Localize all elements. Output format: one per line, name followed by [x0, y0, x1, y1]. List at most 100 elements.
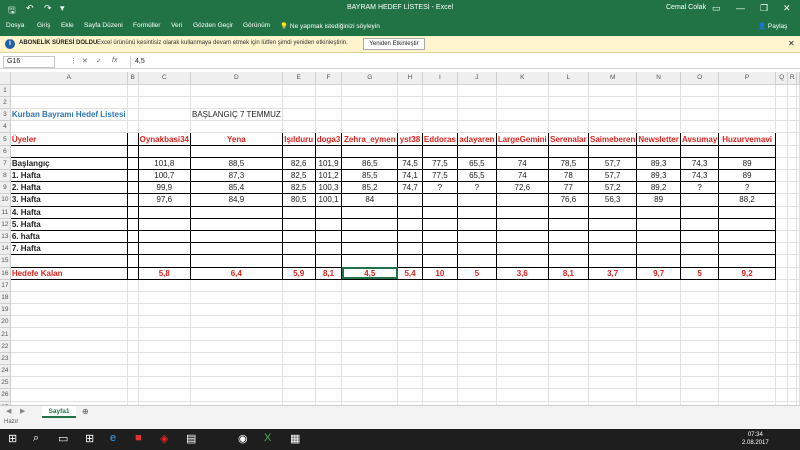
cell[interactable] [775, 181, 789, 195]
row-header[interactable]: 2 [0, 96, 11, 110]
weight-value[interactable]: 100,1 [314, 193, 343, 207]
cell[interactable] [775, 267, 789, 280]
name-box[interactable]: G16 [3, 56, 55, 68]
weight-value[interactable] [421, 229, 458, 244]
weight-value[interactable] [341, 205, 399, 219]
row-header[interactable]: 14 [0, 242, 11, 256]
store-icon[interactable]: ⊞ [85, 432, 94, 445]
cell[interactable] [680, 376, 720, 390]
cell[interactable] [422, 96, 458, 110]
cell[interactable] [397, 388, 423, 402]
column-header[interactable]: B [127, 72, 139, 85]
cell[interactable] [457, 327, 497, 341]
cell[interactable] [495, 254, 549, 268]
cell[interactable] [127, 376, 139, 390]
weight-value[interactable] [495, 242, 549, 256]
cell[interactable] [126, 156, 139, 171]
cell[interactable] [281, 254, 316, 268]
weight-value[interactable]: 57,7 [587, 156, 638, 171]
row-header[interactable]: 16 [0, 267, 11, 280]
cell[interactable] [787, 218, 797, 231]
app-icon[interactable]: ◉ [238, 432, 248, 445]
weight-value[interactable] [421, 193, 458, 207]
cell[interactable] [680, 84, 720, 97]
cell[interactable] [548, 315, 590, 329]
tell-me-box[interactable]: 💡 Ne yapmak istediğinizi söyleyin [280, 22, 380, 30]
weight-value[interactable]: ? [718, 181, 776, 195]
weight-value[interactable] [456, 217, 497, 231]
cell[interactable] [457, 352, 497, 366]
cell[interactable] [636, 376, 681, 390]
weight-value[interactable]: 82,6 [281, 156, 316, 171]
cell[interactable] [10, 279, 128, 292]
cell[interactable] [127, 291, 139, 305]
member-name-header[interactable]: LargeGemini [495, 132, 549, 146]
cell[interactable] [787, 291, 797, 305]
weight-value[interactable]: 74 [495, 156, 549, 171]
member-name-header[interactable]: Eddoras [421, 132, 458, 146]
share-button[interactable]: 👤 Paylaş [758, 22, 787, 30]
row-header[interactable]: 5 [0, 132, 11, 146]
cell[interactable] [422, 327, 458, 341]
cell[interactable] [680, 108, 720, 122]
weight-value[interactable] [314, 217, 343, 231]
cell[interactable] [138, 315, 191, 329]
row-header[interactable]: 20 [0, 315, 11, 329]
weight-value[interactable]: 84,9 [189, 193, 283, 207]
cell[interactable] [496, 388, 549, 402]
weight-value[interactable] [281, 217, 316, 231]
cell[interactable] [315, 108, 343, 122]
cell[interactable] [588, 279, 638, 292]
weight-value[interactable] [314, 229, 343, 244]
row-header[interactable]: 18 [0, 291, 11, 305]
cell[interactable] [315, 352, 343, 366]
cell[interactable] [341, 291, 399, 305]
cell[interactable] [775, 193, 789, 207]
cell[interactable] [282, 120, 316, 134]
cell[interactable] [548, 303, 590, 317]
cell[interactable] [775, 340, 789, 353]
weight-value[interactable]: 77,5 [421, 168, 458, 183]
weight-value[interactable]: 89 [718, 156, 776, 171]
row-header[interactable]: 11 [0, 206, 11, 219]
column-header[interactable]: F [315, 72, 343, 85]
cell[interactable] [422, 340, 458, 353]
cell[interactable] [457, 340, 497, 353]
cell[interactable] [680, 291, 720, 305]
member-name-header[interactable]: yst38 [397, 132, 423, 146]
row-header[interactable]: 10 [0, 193, 11, 207]
weight-value[interactable]: 89 [636, 193, 681, 207]
cell[interactable] [138, 279, 191, 292]
cell[interactable] [422, 291, 458, 305]
cell[interactable] [341, 315, 399, 329]
row-header[interactable]: 19 [0, 303, 11, 317]
cell[interactable] [127, 96, 139, 110]
cell[interactable] [137, 144, 191, 158]
column-header[interactable]: P [718, 72, 776, 85]
cell[interactable] [282, 303, 316, 317]
weight-value[interactable] [718, 229, 776, 244]
weight-value[interactable]: 99,9 [137, 181, 191, 195]
cell[interactable] [636, 327, 681, 341]
cell[interactable] [126, 254, 139, 268]
cell[interactable] [787, 230, 797, 244]
cell[interactable] [548, 364, 590, 378]
clock[interactable]: 07:34 2.08.2017 [742, 431, 769, 447]
cell[interactable] [281, 144, 316, 158]
week-label[interactable]: 4. Hafta [9, 205, 128, 219]
row-header[interactable]: 3 [0, 108, 11, 122]
cell[interactable] [787, 242, 797, 256]
cell[interactable] [718, 144, 776, 158]
search-icon[interactable]: ⌕ [33, 432, 39, 445]
cell[interactable] [315, 279, 343, 292]
cell[interactable] [397, 352, 423, 366]
weight-value[interactable] [341, 229, 399, 244]
cell[interactable] [127, 352, 139, 366]
cell[interactable] [138, 108, 191, 122]
cell[interactable] [341, 303, 399, 317]
weight-value[interactable]: 74 [495, 168, 549, 183]
cell[interactable] [718, 340, 776, 353]
weight-value[interactable]: 101,9 [314, 156, 343, 171]
weight-value[interactable] [314, 242, 343, 256]
edge-icon[interactable]: e [110, 432, 116, 444]
